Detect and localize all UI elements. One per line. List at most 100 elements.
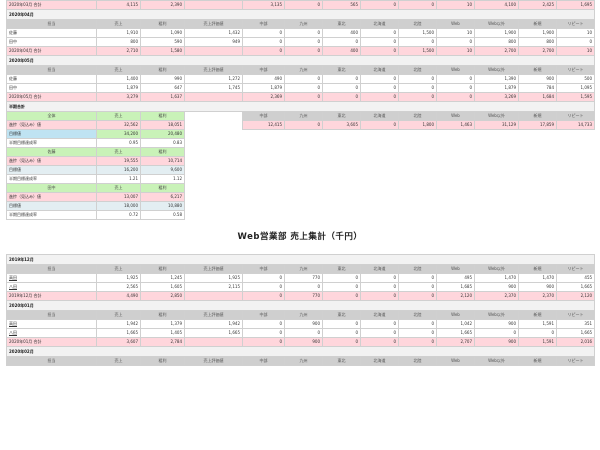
subtotal-value: 2,707 [436, 337, 475, 347]
blank-cell [242, 156, 285, 166]
column-header: リピート [555, 356, 596, 366]
column-header: 北陸 [398, 19, 437, 29]
column-header: リピート [555, 264, 596, 274]
blank-cell [284, 156, 323, 166]
column-header: 北海道 [360, 65, 399, 75]
subtotal-label: 2020年05月 合計 [6, 92, 97, 102]
value-cell: 1,463 [436, 120, 475, 130]
value-cell: 800 [96, 37, 141, 47]
value-cell: 490 [242, 74, 285, 84]
blank-cell [322, 129, 361, 139]
value-cell: 647 [140, 83, 185, 93]
value-cell: 0 [322, 319, 361, 329]
row-label: 進捗（見込み）値 [6, 192, 97, 202]
section-title: 2020年04月 [6, 9, 595, 20]
column-header: 東北 [322, 356, 361, 366]
subtotal-value: 2,784 [140, 337, 185, 347]
column-header: 粗利 [140, 310, 185, 320]
section-title: 2020年01月 [5, 300, 596, 311]
blank-cell [284, 192, 323, 202]
value-cell: 0 [322, 328, 361, 338]
rep-name-link[interactable]: 高田 [9, 275, 17, 280]
column-header: 東北 [322, 264, 361, 274]
value-cell: 0 [242, 28, 285, 38]
rep-name: 高田 [6, 273, 97, 283]
value-cell: 0 [360, 282, 399, 292]
column-header: Web以外 [474, 310, 519, 320]
subtotal-value: 10 [556, 46, 595, 56]
subtotal-value: 2,370 [518, 291, 557, 301]
subtotal-value [184, 0, 243, 10]
header-row: 担当 売上 粗利 売上評価値 中部 九州 東北 北海道 北陸 Web Web以外 新規 リピート [6, 356, 596, 366]
section-title: 2020年05月 [6, 55, 595, 66]
subtotal-value: 0 [242, 291, 285, 301]
value-cell: 1,470 [518, 273, 557, 283]
table-row: 高田 1,925 1,245 1,925 0 770 0 0 0 495 1,470 1,470 455 [6, 273, 596, 283]
column-header: 佐藤 [6, 147, 97, 157]
tanaka-rate-row: 半期目標達成率 0.72 0.58 [6, 210, 595, 220]
column-header: 売上 [96, 147, 141, 157]
blank-cell [398, 147, 437, 157]
column-header: 北海道 [360, 19, 399, 29]
value-cell: 1,591 [518, 319, 557, 329]
blank-cell [242, 210, 285, 220]
section-row: 2020年05月 [6, 55, 595, 66]
column-header: Web [436, 19, 475, 29]
row-label: 半期目標達成率 [6, 174, 97, 184]
value-cell: 900 [474, 282, 519, 292]
rep-name-link[interactable]: 八田 [9, 330, 17, 335]
value-cell: 1,090 [140, 28, 185, 38]
value-cell: 0 [242, 37, 285, 47]
blank-cell [398, 156, 437, 166]
blank-cell [556, 174, 595, 184]
tanaka-actual-row: 進捗（見込み）値 13,007 6,217 [6, 192, 595, 202]
table-row: 田中 1,879 647 1,745 1,879 0 0 0 0 0 1,879 784 1,095 [6, 83, 595, 93]
table-row: 田中 800 590 949 0 0 0 0 0 0 800 800 0 [6, 37, 595, 47]
blank-cell [360, 192, 399, 202]
subtotal-value: 0 [284, 92, 323, 102]
blank-cell [360, 201, 399, 211]
value-cell: 1,405 [140, 328, 185, 338]
value-cell: 0 [242, 319, 285, 329]
blank-cell [242, 183, 285, 193]
value-cell: 0 [436, 83, 475, 93]
column-header: Web以外 [474, 111, 519, 121]
half-target-row: 目標値 34,200 20,480 [6, 129, 595, 139]
value-cell: 0 [360, 328, 399, 338]
blank-cell [436, 183, 475, 193]
value-cell: 1,900 [518, 28, 557, 38]
value-cell: 32,562 [96, 120, 141, 130]
blank-cell [322, 165, 361, 175]
blank-cell [284, 183, 323, 193]
blank-cell [556, 165, 595, 175]
subtotal-value: 0 [436, 92, 475, 102]
blank-cell [242, 138, 285, 148]
blank-cell [322, 147, 361, 157]
column-header: 担当 [6, 19, 97, 29]
value-cell: 949 [184, 37, 243, 47]
value-cell: 900 [284, 319, 323, 329]
subtotal-value [184, 291, 243, 301]
blank-cell [242, 201, 285, 211]
column-header: 北海道 [360, 111, 399, 121]
subtotal-value: 4,100 [474, 0, 519, 10]
value-cell: 1,470 [474, 273, 519, 283]
rep-name-link[interactable]: 高田 [9, 321, 17, 326]
value-cell: 0 [322, 83, 361, 93]
blank-cell [474, 192, 519, 202]
blank-cell [398, 192, 437, 202]
value-cell: 1,605 [140, 282, 185, 292]
subtotal-value: 2,850 [140, 291, 185, 301]
rep-name: 八田 [6, 328, 97, 338]
rep-name-link[interactable]: 八田 [9, 284, 17, 289]
blank-cell [284, 129, 323, 139]
column-header: Web [436, 65, 475, 75]
value-cell: 0.95 [96, 138, 141, 148]
subtotal-value: 1,595 [556, 92, 595, 102]
value-cell: 1,800 [398, 120, 437, 130]
value-cell: 0 [436, 37, 475, 47]
value-cell: 9,600 [140, 165, 185, 175]
blank-cell [398, 183, 437, 193]
subtotal-value: 0 [360, 337, 399, 347]
table-row: 八田 1,665 1,405 1,665 0 0 0 0 0 1,665 0 0 1,665 [6, 328, 596, 338]
